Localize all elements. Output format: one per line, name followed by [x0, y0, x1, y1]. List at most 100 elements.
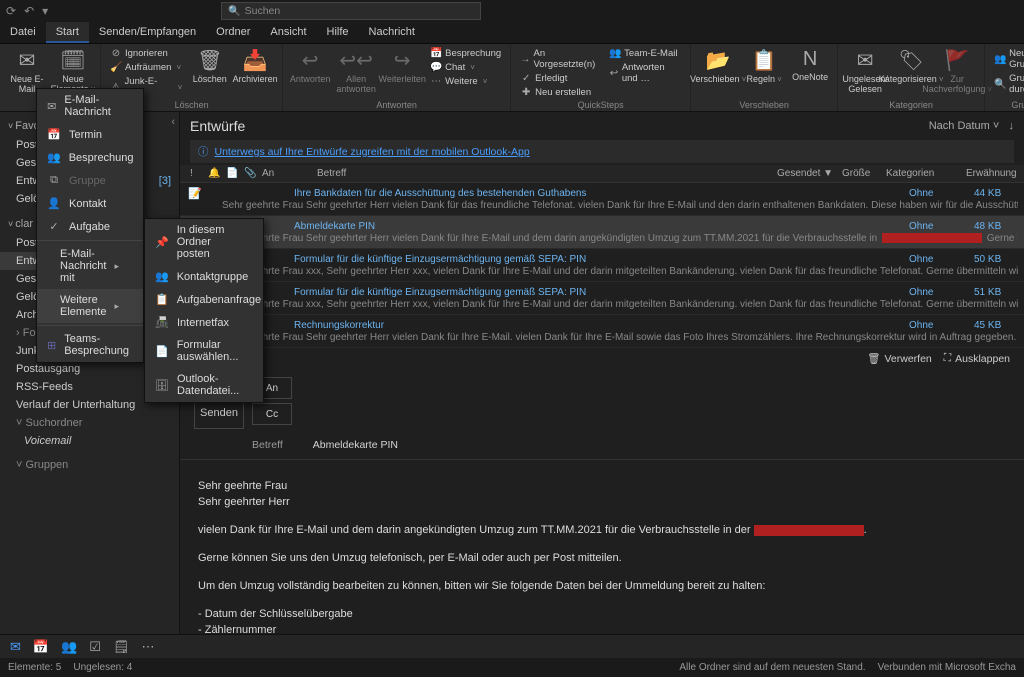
- ctx-aufgabenanfrage[interactable]: 📋Aufgabenanfrage: [145, 288, 263, 311]
- menu-nachricht[interactable]: Nachricht: [359, 22, 425, 43]
- menu-start[interactable]: Start: [46, 22, 89, 43]
- nav-more-icon[interactable]: ⋯: [141, 639, 154, 655]
- refresh-icon[interactable]: ⟳: [6, 4, 16, 18]
- collapse-sidebar-icon[interactable]: ‹: [171, 116, 175, 128]
- more-button[interactable]: ⋯Weitere: [427, 75, 504, 88]
- cc-button[interactable]: Cc: [252, 403, 292, 425]
- info-bar[interactable]: ⓘ Unterwegs auf Ihre Entwürfe zugreifen …: [190, 140, 1014, 163]
- sidebar-item[interactable]: Voicemail: [0, 432, 179, 450]
- delete-button[interactable]: 🗑Löschen: [189, 46, 230, 100]
- ignore-button[interactable]: ⊘Ignorieren: [107, 47, 185, 60]
- col-betreff[interactable]: Betreff: [313, 168, 773, 179]
- tag-icon: 🏷: [898, 48, 923, 73]
- message-preview: Sehr geehrte Frau Sehr geehrter Herr vie…: [222, 233, 1018, 244]
- cleanup-button[interactable]: 🧹Aufräumen: [107, 61, 185, 74]
- col-reminder-icon[interactable]: 🔔: [204, 168, 222, 179]
- group-label-verschieben: Verschieben: [697, 100, 831, 111]
- menu-senden[interactable]: Senden/Empfangen: [89, 22, 206, 43]
- reading-pane[interactable]: Sehr geehrte Frau Sehr geehrter Herr vie…: [180, 459, 1024, 634]
- body-line: Um den Umzug vollständig bearbeiten zu k…: [198, 578, 1006, 594]
- reply-button[interactable]: ↩Antworten: [289, 46, 331, 100]
- followup-button[interactable]: 🚩Zur Nachverfolgung: [936, 46, 978, 100]
- nav-people-icon[interactable]: 👥: [61, 639, 77, 655]
- col-erwaehnung[interactable]: Erwähnung: [962, 168, 1018, 179]
- ctx-posten[interactable]: 📌In diesem Ordner posten: [145, 219, 263, 265]
- message-row[interactable]: 📝Formular für die künftige Einzugsermäch…: [180, 249, 1024, 282]
- ctx-kontakt[interactable]: 👤Kontakt: [37, 192, 143, 215]
- qs-vorgesetzte[interactable]: →An Vorgesetzte(n): [517, 47, 602, 71]
- meeting-button[interactable]: 📅Besprechung: [427, 47, 504, 60]
- ctx-besprechung[interactable]: 👥Besprechung: [37, 146, 143, 169]
- broom-icon: 🧹: [110, 62, 122, 73]
- message-row[interactable]: 📝Formular für die künftige Einzugsermäch…: [180, 282, 1024, 315]
- ctx-weitere-elemente[interactable]: Weitere Elemente▸: [37, 289, 143, 323]
- message-row[interactable]: 📝Ihre Bankdaten für die Ausschüttung des…: [180, 183, 1024, 216]
- col-icon[interactable]: 📄: [222, 168, 240, 179]
- unread-button[interactable]: ✉Ungelesen/ Gelesen: [844, 46, 886, 100]
- group-label-quicksteps: QuickSteps: [517, 100, 684, 111]
- trash-icon: 🗑: [197, 48, 222, 73]
- col-attach-icon[interactable]: 📎: [240, 168, 258, 179]
- col-groesse[interactable]: Größe: [838, 168, 882, 179]
- message-row[interactable]: 📝Abmeldekarte PINOhne48 KBSehr geehrte F…: [180, 216, 1024, 249]
- col-gesendet[interactable]: Gesendet ▼: [773, 168, 838, 179]
- ctx-datendatei[interactable]: 🗄Outlook-Datendatei...: [145, 368, 263, 402]
- menu-ansicht[interactable]: Ansicht: [260, 22, 316, 43]
- sidebar-suchordner[interactable]: ˅ Suchordner: [0, 414, 179, 432]
- nav-tasks-icon[interactable]: ☑: [89, 639, 101, 655]
- qat-dropdown-icon[interactable]: ▾: [42, 4, 48, 18]
- browse-groups-button[interactable]: 🔍Gruppen durchsuchen: [991, 72, 1024, 96]
- ctx-formular[interactable]: 📄Formular auswählen...: [145, 334, 263, 368]
- ctx-email[interactable]: ✉E-Mail-Nachricht: [37, 89, 143, 123]
- chat-button[interactable]: 💬Chat: [427, 61, 504, 74]
- sidebar-gruppen[interactable]: ˅ Gruppen: [0, 456, 179, 474]
- move-button[interactable]: 📂Verschieben: [697, 46, 739, 100]
- team-icon: 👥: [609, 48, 621, 59]
- nav-mail-icon[interactable]: ✉: [10, 639, 21, 655]
- reply-all-button[interactable]: ↩↩Allen antworten: [335, 46, 377, 100]
- archive-button[interactable]: 📥Archivieren: [234, 46, 276, 100]
- ctx-kontaktgruppe[interactable]: 👥Kontaktgruppe: [145, 265, 263, 288]
- message-preview: Sehr geehrte Frau xxx, Sehr geehrter Her…: [222, 266, 1018, 277]
- onenote-button[interactable]: NOneNote: [789, 46, 831, 100]
- nav-calendar-icon[interactable]: 📅: [33, 639, 49, 655]
- reply-icon: ↩: [302, 48, 319, 73]
- message-row[interactable]: 📝RechnungskorrekturOhne45 KBSehr geehrte…: [180, 315, 1024, 348]
- fax-icon: 📠: [155, 316, 169, 329]
- ctx-email-mit[interactable]: E-Mail-Nachricht mit▸: [37, 243, 143, 289]
- post-icon: 📌: [155, 236, 169, 249]
- rules-button[interactable]: 📋Regeln: [743, 46, 785, 100]
- ctx-teams[interactable]: ⊞Teams-Besprechung: [37, 328, 143, 362]
- qs-antworten[interactable]: ↩Antworten und …: [606, 61, 684, 85]
- forward-button[interactable]: ↪Weiterleiten: [381, 46, 423, 100]
- meeting-icon: 📅: [430, 48, 442, 59]
- search-box[interactable]: 🔍 Suchen: [221, 2, 481, 20]
- search-placeholder: Suchen: [245, 5, 281, 17]
- mail-icon: ✉: [19, 48, 36, 73]
- qs-team[interactable]: 👥Team-E-Mail: [606, 47, 684, 60]
- title-bar: ⟳ ↶ ▾ 🔍 Suchen: [0, 0, 1024, 22]
- new-group-button[interactable]: 👥Neue Gruppe: [991, 47, 1024, 71]
- sort-dropdown[interactable]: Nach Datum ˅ ↓: [929, 120, 1014, 132]
- qs-neu[interactable]: ✚Neu erstellen: [517, 86, 602, 99]
- menu-datei[interactable]: Datei: [0, 22, 46, 43]
- ctx-aufgabe[interactable]: ✓Aufgabe: [37, 215, 143, 238]
- col-an[interactable]: An: [258, 168, 313, 179]
- undo-icon[interactable]: ↶: [24, 4, 34, 18]
- subject-value[interactable]: Abmeldekarte PIN: [313, 439, 398, 451]
- ctx-internetfax[interactable]: 📠Internetfax: [145, 311, 263, 334]
- expand-button[interactable]: ⛶Ausklappen: [944, 352, 1010, 365]
- menu-hilfe[interactable]: Hilfe: [317, 22, 359, 43]
- col-flag[interactable]: !: [186, 168, 204, 179]
- ctx-termin[interactable]: 📅Termin: [37, 123, 143, 146]
- info-link[interactable]: Unterwegs auf Ihre Entwürfe zugreifen mi…: [215, 146, 530, 158]
- menu-ordner[interactable]: Ordner: [206, 22, 260, 43]
- nav-notes-icon[interactable]: 🗒: [113, 639, 130, 655]
- qs-erledigt[interactable]: ✓Erledigt: [517, 72, 602, 85]
- discard-button[interactable]: 🗑Verwerfen: [867, 352, 932, 365]
- status-sync: Alle Ordner sind auf dem neuesten Stand.: [679, 662, 865, 673]
- col-kategorien[interactable]: Kategorien: [882, 168, 962, 179]
- nav-bar: ✉ 📅 👥 ☑ 🗒 ⋯: [0, 634, 1024, 658]
- group-label-gruppen: Gruppen: [991, 100, 1024, 111]
- calendar-icon: 📅: [47, 128, 61, 141]
